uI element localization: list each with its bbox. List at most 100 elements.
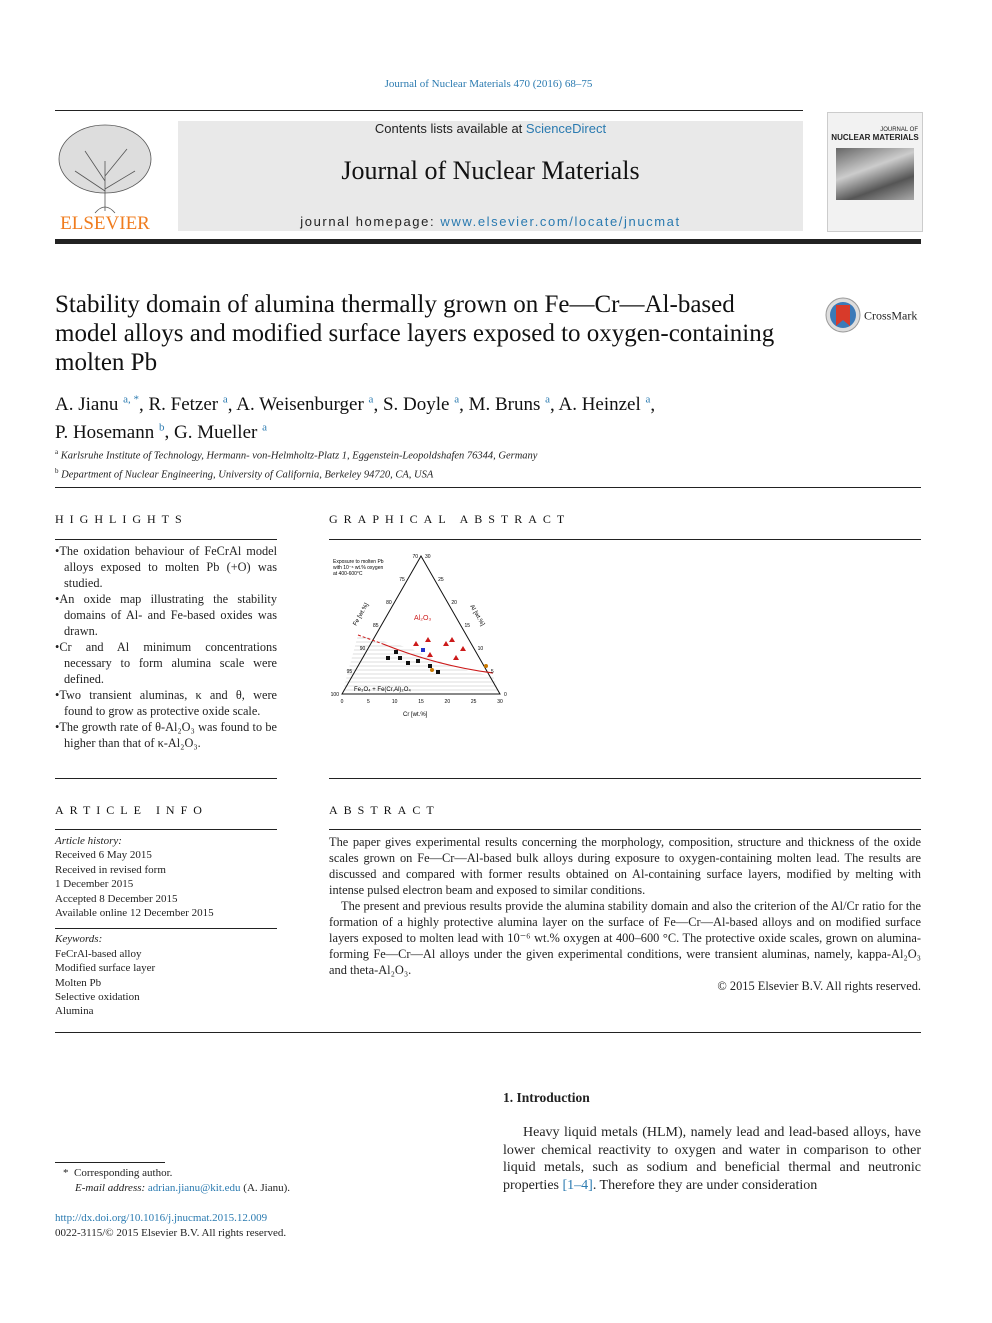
svg-text:ELSEVIER: ELSEVIER	[60, 213, 150, 231]
boundary-dashed	[357, 634, 384, 645]
article-info-heading: ARTICLE INFO	[55, 803, 208, 817]
header-rule	[55, 110, 803, 111]
cr-tick-label: 10	[392, 699, 398, 705]
note-line: at 400-600°C	[333, 571, 363, 577]
email-link[interactable]: adrian.jianu@kit.edu	[148, 1182, 241, 1194]
al-tick-label: 25	[438, 577, 444, 583]
author[interactable]: A. Heinzel a	[558, 394, 650, 415]
copyright: © 2015 Elsevier B.V. All rights reserved…	[717, 979, 921, 993]
al-tick-label: 0	[504, 692, 507, 698]
rule	[55, 539, 277, 540]
al-tick-label: 5	[491, 669, 494, 675]
footnote: * Corresponding author. E-mail address: …	[63, 1167, 291, 1194]
rule	[55, 778, 277, 779]
author[interactable]: G. Mueller a	[174, 421, 267, 442]
data-point	[436, 670, 440, 674]
keyword: FeCrAl-based alloy	[55, 947, 142, 960]
affiliation: a Karlsruhe Institute of Technology, Her…	[55, 448, 538, 462]
fe-axis-label: Fe [wt.%]	[353, 602, 371, 627]
graphical-abstract-figure[interactable]: Exposure to molten Pb with 10⁻⁶ wt.% oxy…	[328, 548, 518, 725]
spinel-region-label: Fe₃O₄ + Fe(Cr,Al)₂O₄	[354, 687, 411, 693]
cr-tick-label: 20	[445, 699, 451, 705]
highlight-item: •The growth rate of θ-Al₂O₃ was found to…	[55, 720, 277, 750]
rule	[329, 829, 921, 830]
fe-tick-label: 75	[399, 577, 405, 583]
keyword: Molten Pb	[55, 976, 102, 989]
cover-journal: JOURNAL OF	[880, 127, 918, 133]
section-rule	[55, 1032, 921, 1033]
author[interactable]: S. Doyle a	[383, 394, 459, 415]
fe-tick-label: 70	[412, 554, 418, 560]
abstract-heading: ABSTRACT	[329, 803, 440, 817]
highlight-item: •Two transient aluminas, κ and θ, were f…	[55, 688, 277, 718]
journal-title: Journal of Nuclear Materials	[341, 156, 640, 185]
cr-tick-label: 30	[497, 699, 503, 705]
highlights-list: •The oxidation behaviour of FeCrAl model…	[55, 543, 277, 751]
fe-tick-label: 80	[386, 600, 392, 606]
al-axis-label: Al [wt.%]	[468, 604, 485, 627]
data-point	[443, 641, 449, 646]
homepage-line: journal homepage: www.elsevier.com/locat…	[178, 214, 803, 229]
corresponding-author: Corresponding author.	[74, 1167, 173, 1179]
issn-line: 0022-3115/© 2015 Elsevier B.V. All right…	[55, 1227, 287, 1239]
rule	[55, 928, 277, 930]
data-point	[386, 656, 390, 660]
introduction-text: Heavy liquid metals (HLM), namely lead a…	[503, 1125, 921, 1193]
spinel-region-hatching	[342, 637, 500, 691]
article-info: Article history: Received 6 May 2015 Rec…	[55, 834, 277, 1019]
history-item: Received 6 May 2015	[55, 849, 152, 862]
crossmark-icon	[825, 297, 861, 333]
fe-tick-label: 85	[373, 623, 379, 629]
crossmark-button[interactable]: CrossMark	[824, 296, 934, 336]
author-list: A. Jianu a, *, R. Fetzer a, A. Weisenbur…	[55, 394, 656, 443]
section-rule	[55, 487, 921, 488]
contents-line: Contents lists available at ScienceDirec…	[178, 121, 803, 136]
graphical-abstract-heading: GRAPHICAL ABSTRACT	[329, 512, 571, 526]
keyword: Selective oxidation	[55, 991, 140, 1004]
fe-tick-label: 90	[360, 646, 366, 652]
abstract-body: The paper gives experimental results con…	[329, 834, 921, 994]
journal-cover[interactable]: JOURNAL OF NUCLEAR MATERIALS	[827, 112, 923, 232]
cr-axis-label: Cr [wt.%]	[403, 712, 428, 718]
data-point	[416, 659, 420, 663]
rule	[329, 539, 921, 540]
fe-tick-label: 95	[347, 669, 353, 675]
affiliations: a Karlsruhe Institute of Technology, Her…	[55, 445, 775, 482]
homepage-link[interactable]: www.elsevier.com/locate/jnucmat	[440, 214, 680, 229]
footnote-rule	[55, 1162, 165, 1163]
data-point	[430, 668, 434, 672]
cover-title: NUCLEAR MATERIALS	[831, 133, 919, 142]
history-label: Article history:	[55, 835, 122, 847]
data-point	[413, 641, 419, 646]
sciencedirect-link[interactable]: ScienceDirect	[526, 121, 606, 136]
data-point	[428, 664, 432, 668]
highlight-item: •The oxidation behaviour of FeCrAl model…	[55, 544, 277, 590]
doi-link[interactable]: http://dx.doi.org/10.1016/j.jnucmat.2015…	[55, 1212, 267, 1224]
author[interactable]: A. Jianu a, *	[55, 394, 139, 415]
keyword: Alumina	[55, 1005, 94, 1018]
journal-reference-link[interactable]: Journal of Nuclear Materials 470 (2016) …	[0, 78, 977, 90]
highlights-heading: HIGHLIGHTS	[55, 512, 188, 526]
citation-link[interactable]: [1–4]	[562, 1178, 592, 1193]
author[interactable]: R. Fetzer a	[148, 394, 227, 415]
cr-tick-label: 5	[367, 699, 370, 705]
history-item: Available online 12 December 2015	[55, 907, 214, 920]
affiliation: b Department of Nuclear Engineering, Uni…	[55, 466, 434, 481]
rule	[55, 829, 277, 830]
author[interactable]: A. Weisenburger a	[236, 394, 373, 415]
data-point	[453, 655, 459, 660]
data-point	[427, 652, 433, 657]
ternary-triangle	[341, 554, 501, 695]
cr-tick-label: 25	[471, 699, 477, 705]
data-point	[425, 637, 431, 642]
elsevier-logo: ELSEVIER	[55, 121, 155, 234]
author[interactable]: M. Bruns a	[469, 394, 550, 415]
article-title: Stability domain of alumina thermally gr…	[55, 291, 775, 376]
data-point	[421, 648, 425, 652]
author[interactable]: P. Hosemann b	[55, 421, 164, 442]
highlight-item: •Cr and Al minimum concentrations necess…	[55, 640, 277, 686]
introduction-heading: 1. Introduction	[503, 1090, 590, 1105]
doi-block: http://dx.doi.org/10.1016/j.jnucmat.2015…	[55, 1211, 286, 1241]
al-tick-label: 30	[425, 554, 431, 560]
crossmark-label: CrossMark	[864, 308, 918, 323]
